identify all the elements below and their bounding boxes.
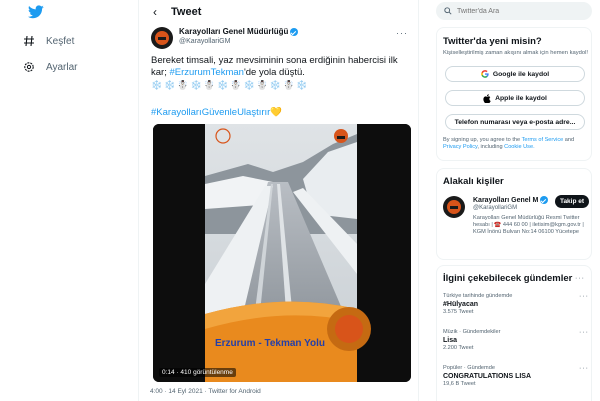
hashtag-link[interactable]: #ErzurumTekman <box>169 67 243 78</box>
video-caption: Erzurum - Tekman Yolu <box>215 338 326 349</box>
signup-card: Twitter'da yeni misin? Kişiselleştirilmi… <box>436 27 592 161</box>
google-signup-button[interactable]: Google ile kaydol <box>445 66 585 82</box>
trends-title: İlgini çekebilecek gündemler <box>443 273 573 284</box>
follow-button[interactable]: Takip et <box>555 195 589 208</box>
hashtag-icon <box>22 34 36 48</box>
apple-signup-label: Apple ile kaydol <box>495 94 547 102</box>
avatar[interactable] <box>151 27 173 49</box>
video-view-count: 0:14 · 410 görüntülenme <box>159 368 236 377</box>
phone-email-signup-button[interactable]: Telefon numarası veya e-posta adre... <box>445 114 585 130</box>
privacy-link[interactable]: Privacy Policy <box>443 144 477 150</box>
signup-subtitle: Kişiselleştirilmiş zaman akışını almak i… <box>443 50 588 56</box>
nav-item-explore[interactable]: Keşfet <box>22 34 74 48</box>
trend-item[interactable]: Türkiye tarihinde gündemde #Hülyacan 3.5… <box>443 293 589 316</box>
hashtag-text[interactable]: #KarayollarıGüvenleUlaştırır <box>151 107 270 118</box>
tweet-header: ‹ Tweet <box>139 0 418 24</box>
more-options-icon[interactable]: ··· <box>575 275 585 282</box>
heart-emoji: 💛 <box>270 107 283 118</box>
tweet-text-post: 'de yola düştü. <box>243 67 305 78</box>
twitter-bird-icon[interactable] <box>28 5 44 19</box>
related-bio: Karayolları Genel Müdürlüğü Resmi Twitte… <box>473 215 584 235</box>
related-people-card: Alakalı kişiler Karayolları Genel M @Kar… <box>436 168 592 260</box>
trend-context: Popüler · Gündemde <box>443 365 495 371</box>
trend-count: 19,6 B Tweet <box>443 381 476 387</box>
related-handle: @KarayollariGM <box>473 205 518 211</box>
trend-count: 2.200 Tweet <box>443 345 474 351</box>
legal-text: and <box>563 137 575 143</box>
avatar[interactable] <box>443 196 465 218</box>
page-title: Tweet <box>171 6 202 18</box>
trend-context: Müzik · Gündemdekiler <box>443 329 501 335</box>
search-input[interactable] <box>457 7 577 15</box>
phone-email-signup-label: Telefon numarası veya e-posta adre... <box>454 118 576 126</box>
search-icon <box>444 7 452 15</box>
left-nav: Keşfet Ayarlar <box>0 0 134 401</box>
verified-badge-icon <box>540 196 549 204</box>
tweet-text: Bereket timsali, yaz mevsiminin sona erd… <box>151 55 413 91</box>
more-options-icon[interactable]: ··· <box>579 329 589 336</box>
verified-badge-icon <box>290 28 299 36</box>
legal-text: By signing up, you agree to the <box>443 137 522 143</box>
trends-card: İlgini çekebilecek gündemler ··· Türkiye… <box>436 265 592 401</box>
related-user[interactable]: Karayolları Genel M <box>473 196 549 204</box>
tweet-video[interactable]: Erzurum - Tekman Yolu 0:14 · 410 görüntü… <box>153 124 411 382</box>
cookie-link[interactable]: Cookie Use. <box>504 144 534 150</box>
trend-context: Türkiye tarihinde gündemde <box>443 293 513 299</box>
snow-emoji-line: ❄️❄️☃️❄️☃️❄️☃️❄️☃️❄️☃️❄️ <box>151 80 310 90</box>
legal-text: , including <box>477 144 505 150</box>
signup-title: Twitter'da yeni misin? <box>443 36 542 47</box>
hashtag-link[interactable]: #KarayollarıGüvenleUlaştırır💛 <box>151 107 282 118</box>
signup-legal-text: By signing up, you agree to the Terms of… <box>443 137 589 151</box>
google-icon <box>480 70 489 78</box>
tweet-author[interactable]: Karayolları Genel Müdürlüğü @Karayollari… <box>151 27 299 49</box>
nav-item-label: Ayarlar <box>46 61 78 73</box>
author-handle: @KarayollariGM <box>179 38 231 45</box>
more-options-icon[interactable]: ··· <box>396 28 408 38</box>
google-signup-label: Google ile kaydol <box>492 70 550 78</box>
right-sidebar: Twitter'da yeni misin? Kişiselleştirilmi… <box>426 0 600 401</box>
related-name: Karayolları Genel M <box>473 196 539 204</box>
apple-icon <box>483 93 491 103</box>
author-name: Karayolları Genel Müdürlüğü <box>179 27 289 36</box>
gear-icon <box>22 60 36 74</box>
apple-signup-button[interactable]: Apple ile kaydol <box>445 90 585 106</box>
nav-item-label: Keşfet <box>46 35 75 47</box>
search-bar[interactable] <box>436 2 592 20</box>
trend-count: 3.575 Tweet <box>443 309 474 315</box>
trend-name: Lisa <box>443 337 458 344</box>
more-options-icon[interactable]: ··· <box>579 293 589 300</box>
tweet-meta: 4:00 · 14 Eyl 2021 · Twitter for Android <box>150 388 261 395</box>
trend-name: CONGRATULATIONS LISA <box>443 373 532 380</box>
trend-item[interactable]: Müzik · Gündemdekiler Lisa 2.200 Tweet ·… <box>443 329 589 352</box>
terms-link[interactable]: Terms of Service <box>522 137 564 143</box>
trend-name: #Hülyacan <box>443 301 479 308</box>
nav-item-settings[interactable]: Ayarlar <box>22 60 78 74</box>
related-title: Alakalı kişiler <box>443 176 504 187</box>
trend-item[interactable]: Popüler · Gündemde CONGRATULATIONS LISA … <box>443 365 589 388</box>
arrow-left-icon[interactable]: ‹ <box>153 5 157 19</box>
more-options-icon[interactable]: ··· <box>579 365 589 372</box>
